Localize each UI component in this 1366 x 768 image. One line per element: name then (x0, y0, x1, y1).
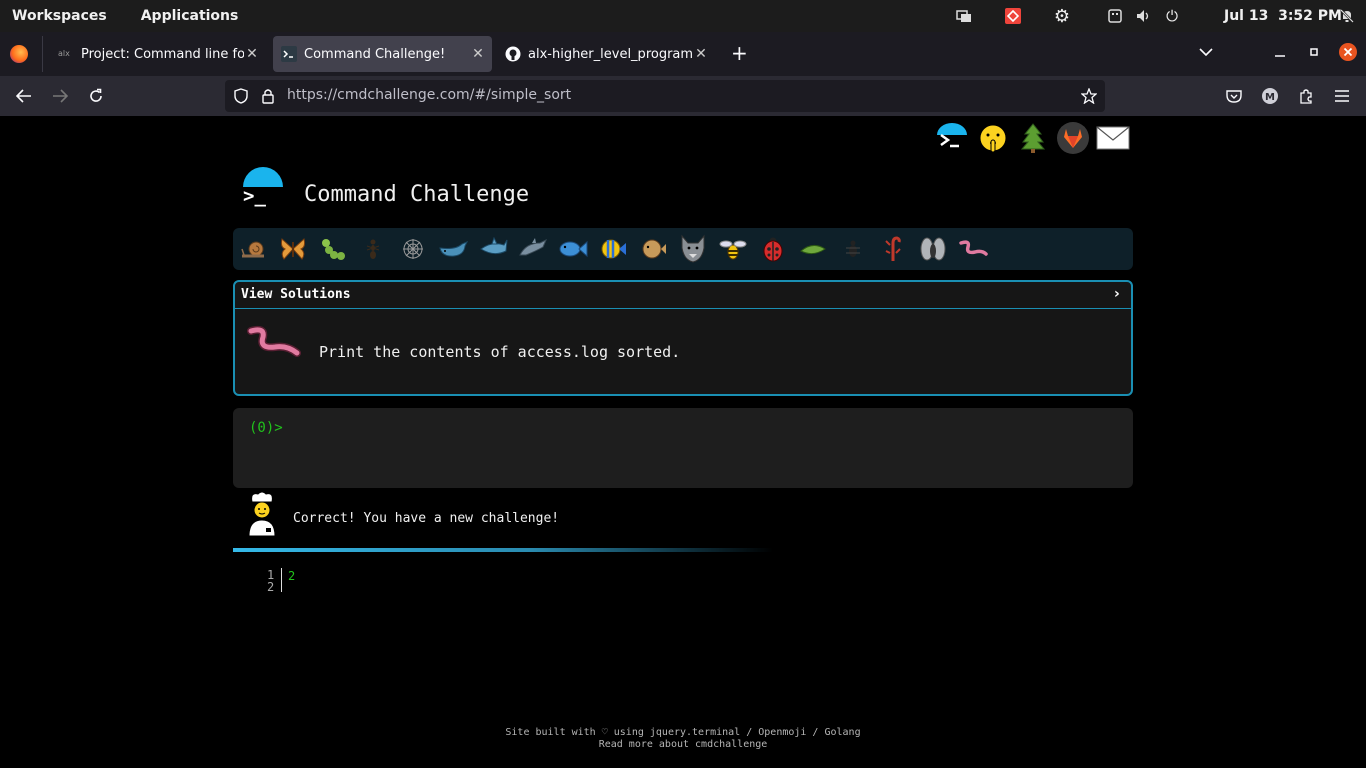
bug-icon[interactable] (837, 232, 869, 266)
tab-command-challenge[interactable]: Command Challenge! ✕ (273, 36, 492, 72)
time-label: 3:52 PM (1278, 8, 1342, 24)
chef-icon (244, 490, 280, 538)
spider-web-icon[interactable] (397, 232, 429, 266)
result-message: Correct! You have a new challenge! (293, 511, 560, 526)
tab-title: Command Challenge! (304, 46, 446, 62)
applications-menu[interactable]: Applications (141, 8, 239, 24)
url-text[interactable]: https://cmdchallenge.com/#/simple_sort (287, 87, 571, 103)
workspaces-menu[interactable]: Workspaces (12, 8, 107, 24)
date-label: Jul 13 (1224, 8, 1269, 24)
hamburger-menu-icon[interactable] (1330, 84, 1354, 108)
close-window-icon[interactable] (1336, 40, 1360, 64)
close-icon[interactable]: ✕ (470, 46, 486, 62)
tropical-fish-icon[interactable] (597, 232, 629, 266)
fish-icon[interactable] (557, 232, 589, 266)
system-top-bar: Workspaces Applications ⚙ ⏻ Jul 13 3:52 … (0, 0, 1366, 32)
clock[interactable]: Jul 13 3:52 PM (1224, 8, 1342, 24)
progress-bar (233, 548, 773, 552)
github-icon (505, 46, 521, 62)
fly-icon[interactable] (917, 232, 949, 266)
whale-icon[interactable] (437, 232, 469, 266)
alx-icon: alx (58, 49, 70, 58)
reload-icon[interactable] (84, 84, 108, 108)
tab-separator (42, 36, 43, 72)
line-number: 2 (267, 580, 275, 594)
footer-read-more[interactable]: Read more about cmdchallenge (0, 739, 1366, 750)
bookmark-star-icon[interactable] (1077, 84, 1101, 108)
terminal-icon (281, 46, 297, 62)
shark-icon[interactable] (477, 232, 509, 266)
cmdchallenge-icon[interactable] (934, 120, 970, 156)
envelope-icon[interactable] (1095, 120, 1131, 156)
notifications-off-icon[interactable] (1336, 0, 1358, 32)
close-icon[interactable]: ✕ (693, 46, 709, 62)
tree-icon[interactable] (1015, 120, 1051, 156)
account-icon[interactable]: M (1258, 84, 1282, 108)
tab-title: Project: Command line for the (81, 46, 244, 62)
footer-credits[interactable]: Site built with ♡ using jquery.terminal … (0, 727, 1366, 738)
pocket-icon[interactable] (1222, 84, 1246, 108)
shield-icon[interactable] (229, 84, 253, 108)
logo-prompt: >_ (243, 185, 266, 207)
view-solutions-toggle[interactable] (235, 282, 1131, 309)
tab-github[interactable]: alx-higher_level_programming ✕ (497, 36, 715, 72)
extensions-icon[interactable] (1294, 84, 1318, 108)
page-title: Command Challenge (304, 182, 530, 207)
minimize-icon[interactable] (1268, 40, 1292, 64)
shushing-face-icon[interactable] (975, 120, 1011, 156)
maximize-icon[interactable] (1302, 40, 1326, 64)
screen-share-icon[interactable] (952, 0, 976, 32)
challenge-description: Print the contents of access.log sorted. (319, 343, 681, 361)
back-icon[interactable] (12, 84, 36, 108)
svg-text:M: M (1265, 92, 1275, 103)
chevron-right-icon[interactable]: › (1114, 286, 1120, 302)
tab-title: alx-higher_level_programming (528, 46, 693, 62)
output-gutter (281, 568, 282, 592)
terminal-prompt: (0)> (249, 420, 283, 436)
lock-icon[interactable] (256, 84, 280, 108)
forward-icon[interactable] (48, 84, 72, 108)
terminal-input[interactable] (233, 408, 1133, 488)
caterpillar-icon[interactable] (317, 232, 349, 266)
bean-pod-icon[interactable] (797, 232, 829, 266)
snail-icon[interactable] (238, 232, 270, 266)
close-icon[interactable]: ✕ (244, 46, 260, 62)
view-solutions-label[interactable]: View Solutions (241, 287, 351, 302)
settings-icon[interactable]: ⚙ (1050, 0, 1074, 32)
butterfly-icon[interactable] (277, 232, 309, 266)
gitlab-icon[interactable] (1055, 120, 1091, 156)
power-icon[interactable]: ⏻ (1161, 0, 1183, 32)
wolf-icon[interactable] (677, 232, 709, 266)
dolphin-icon[interactable] (517, 232, 549, 266)
worm-icon[interactable] (957, 232, 989, 266)
firefox-icon[interactable] (10, 45, 28, 63)
blowfish-icon[interactable] (637, 232, 669, 266)
list-all-tabs-icon[interactable] (1194, 40, 1218, 64)
bee-icon[interactable] (717, 232, 749, 266)
anydesk-icon[interactable] (1001, 0, 1025, 32)
scorpion-icon[interactable] (877, 232, 909, 266)
lady-beetle-icon[interactable] (757, 232, 789, 266)
worm-icon (247, 325, 303, 365)
new-tab-button[interactable]: + (731, 41, 748, 65)
volume-icon[interactable] (1133, 0, 1155, 32)
keyboard-icon[interactable] (1104, 0, 1126, 32)
ant-icon[interactable] (357, 232, 389, 266)
command-output: 2 (288, 569, 296, 583)
tab-project[interactable]: alx Project: Command line for the ✕ (50, 36, 266, 72)
